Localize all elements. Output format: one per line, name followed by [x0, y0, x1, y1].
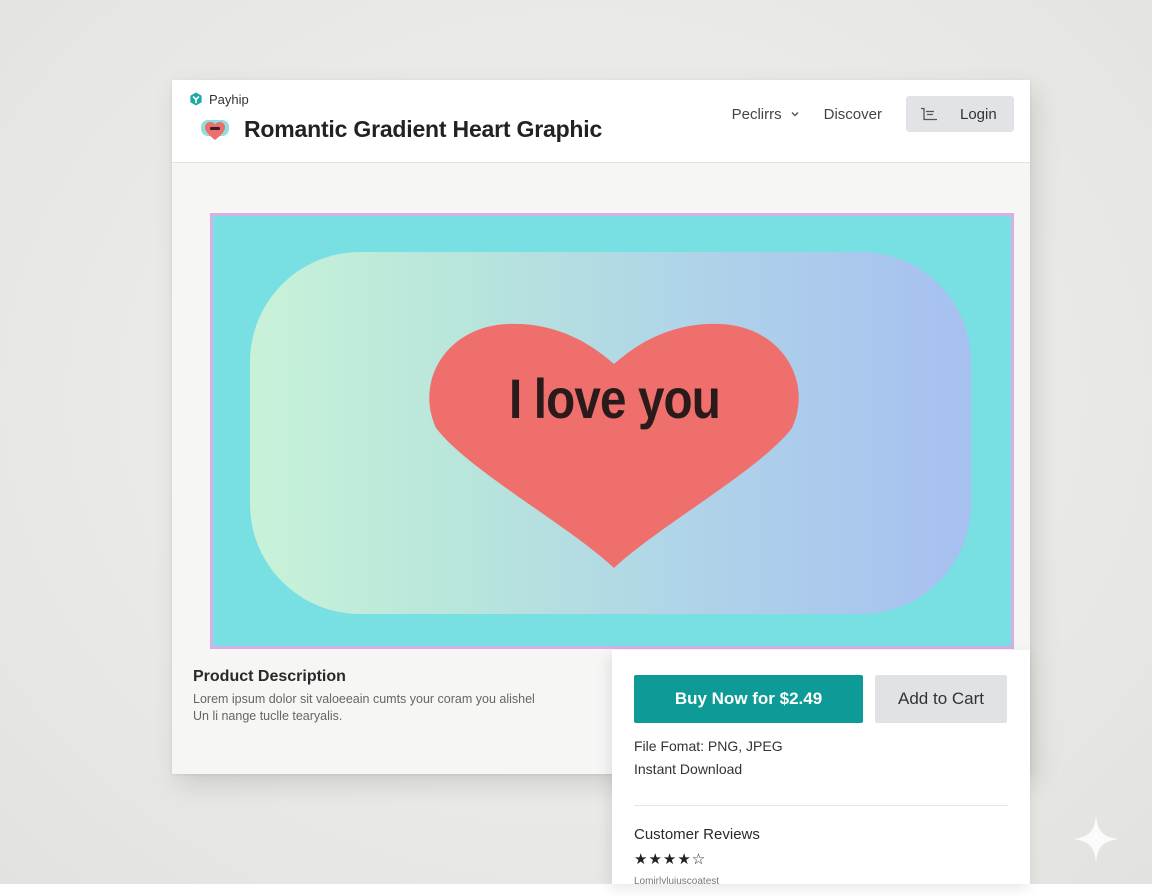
- product-preview-image: I love you: [210, 213, 1014, 649]
- brand-name: Payhip: [209, 91, 249, 107]
- header: Payhip Romantic Gradient Heart Graphic P…: [172, 80, 1030, 163]
- cart-icon: [921, 107, 937, 121]
- description-heading: Product Description: [193, 668, 346, 685]
- description-line-2: Un li nange tuclle tearyalis.: [193, 709, 343, 723]
- payhip-logo-icon: [190, 92, 202, 106]
- reviews-heading: Customer Reviews: [634, 826, 760, 843]
- page-title: Romantic Gradient Heart Graphic: [244, 115, 603, 142]
- description-line-1: Lorem ipsum dolor sit valoeeain cumts yo…: [193, 692, 535, 706]
- buy-now-button[interactable]: Buy Now for $2.49: [634, 675, 863, 723]
- header-nav: Peclirrs Discover Login: [732, 96, 1014, 132]
- nav-products-label: Peclirrs: [731, 105, 782, 123]
- file-format-text: File Fomat: PNG, JPEG: [634, 738, 783, 754]
- chevron-down-icon: [791, 112, 799, 117]
- login-button[interactable]: Login: [906, 96, 1014, 132]
- brand[interactable]: Payhip: [189, 90, 249, 108]
- heart-shape: [429, 323, 799, 568]
- divider: [634, 805, 1008, 806]
- purchase-panel: Buy Now for $2.49 Add to Cart File Fomat…: [612, 650, 1030, 884]
- login-label: Login: [960, 105, 997, 123]
- nav-discover-label: Discover: [823, 105, 882, 123]
- description-text: Lorem ipsum dolor sit valoeeain cumts yo…: [193, 691, 583, 725]
- star-rating: ★★★★☆: [634, 851, 707, 868]
- title-row: Romantic Gradient Heart Graphic: [200, 114, 602, 144]
- sparkle-icon: [1073, 816, 1119, 862]
- nav-discover-link[interactable]: Discover: [824, 106, 882, 123]
- nav-products-dropdown[interactable]: Peclirrs: [732, 106, 800, 123]
- heart-thumbnail-icon: [201, 120, 229, 140]
- heart-text: I love you: [508, 367, 721, 430]
- instant-download-text: Instant Download: [634, 761, 743, 777]
- bottom-strip: [0, 884, 1152, 896]
- add-to-cart-button[interactable]: Add to Cart: [875, 675, 1007, 723]
- review-snippet: Lomirlyluiuscoatest: [634, 876, 720, 884]
